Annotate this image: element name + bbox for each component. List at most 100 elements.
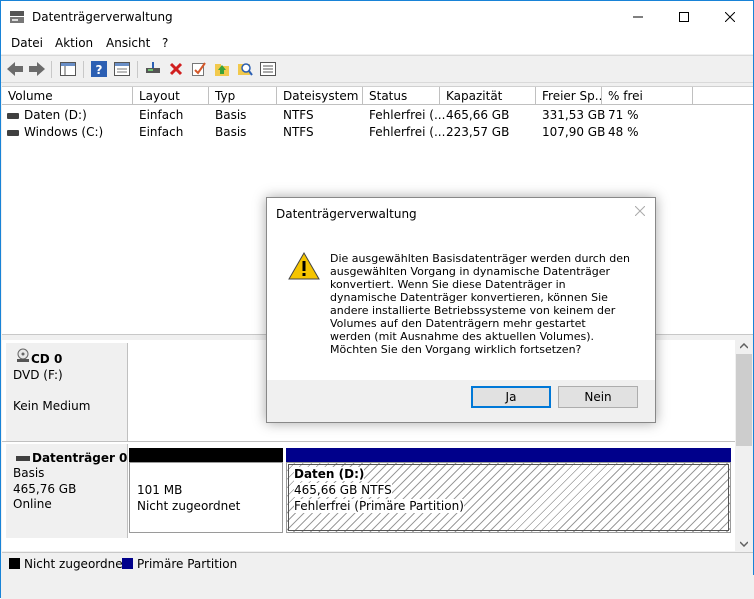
- disk-name: Datenträger 0: [32, 451, 128, 465]
- column-volume[interactable]: Volume: [2, 87, 133, 105]
- legend-swatch-primary: [122, 558, 133, 569]
- cell-typ: Basis: [215, 125, 247, 139]
- toolbar: ?: [1, 55, 753, 83]
- disk-media-status: Kein Medium: [13, 399, 91, 413]
- cell-fs: NTFS: [283, 125, 314, 139]
- cell-layout: Einfach: [139, 125, 184, 139]
- minimize-button[interactable]: [615, 1, 661, 33]
- toolbar-separator: [51, 61, 52, 78]
- column-filler: [693, 87, 753, 105]
- cell-status: Fehlerfrei (...: [369, 125, 446, 139]
- delete-x-icon: [169, 62, 183, 76]
- disk-name: CD 0: [31, 352, 63, 366]
- help-button[interactable]: ?: [90, 60, 108, 78]
- drive-icon: [7, 113, 19, 119]
- cell-capacity: 223,57 GB: [446, 125, 510, 139]
- show-hide-console-tree-button[interactable]: [59, 60, 77, 78]
- cell-layout: Einfach: [139, 108, 184, 122]
- column-dateisystem[interactable]: Dateisystem: [277, 87, 363, 105]
- partition-size: 101 MB: [137, 483, 183, 497]
- hard-disk-icon: [16, 456, 30, 461]
- dialog-close-icon[interactable]: [635, 206, 645, 216]
- forward-button[interactable]: [28, 60, 46, 78]
- dialog-message: Die ausgewählten Basisdatenträger werden…: [330, 252, 631, 356]
- unallocated-partition[interactable]: 101 MB Nicht zugeordnet: [129, 462, 283, 533]
- column-typ[interactable]: Typ: [209, 87, 277, 105]
- search-button[interactable]: [236, 60, 254, 78]
- checklist-icon: [192, 62, 206, 76]
- cell-volume: Windows (C:): [24, 125, 104, 139]
- cell-free: 331,53 GB: [542, 108, 606, 122]
- cell-typ: Basis: [215, 108, 247, 122]
- legend-swatch-unallocated: [9, 558, 20, 569]
- toolbar-separator: [137, 61, 138, 78]
- list-view-icon: [260, 62, 276, 76]
- cell-free: 107,90 GB: [542, 125, 606, 139]
- menu-ansicht[interactable]: Ansicht: [106, 36, 150, 50]
- dialog-title: Datenträgerverwaltung: [276, 207, 417, 221]
- close-button[interactable]: [707, 1, 753, 33]
- help-icon: ?: [91, 61, 107, 77]
- cd-drive-icon: [17, 348, 29, 362]
- check-button[interactable]: [190, 60, 208, 78]
- disk-state: Online: [13, 497, 52, 511]
- close-icon: [725, 12, 735, 22]
- console-tree-icon: [60, 62, 76, 76]
- menu-datei[interactable]: Datei: [11, 36, 43, 50]
- primary-partition-d[interactable]: Daten (D:) 465,66 GB NTFS Fehlerfrei (Pr…: [286, 462, 731, 533]
- connect-disk-button[interactable]: [144, 60, 162, 78]
- partition-label: Nicht zugeordnet: [137, 499, 241, 513]
- menu-help[interactable]: ?: [162, 36, 168, 50]
- disk-management-app-icon: [10, 11, 24, 23]
- menu-aktion[interactable]: Aktion: [55, 36, 93, 50]
- maximize-button[interactable]: [661, 1, 707, 33]
- menu-bar: Datei Aktion Ansicht ?: [1, 33, 753, 54]
- confirm-dialog: Datenträgerverwaltung Die ausgewählten B…: [266, 197, 656, 423]
- arrow-right-icon: [29, 62, 45, 76]
- disk-connect-icon: [146, 62, 160, 73]
- status-bar: [1, 575, 754, 599]
- column-prozent-frei[interactable]: % frei: [602, 87, 693, 105]
- primary-partition-bar: [286, 448, 731, 462]
- cell-fs: NTFS: [283, 108, 314, 122]
- disk-size: 465,76 GB: [13, 482, 77, 496]
- back-button[interactable]: [6, 60, 24, 78]
- legend-primary: Primäre Partition: [137, 557, 238, 571]
- scrollbar-thumb[interactable]: [736, 354, 752, 446]
- legend-unallocated: Nicht zugeordnet: [24, 557, 128, 571]
- scroll-down-icon[interactable]: [740, 541, 748, 547]
- column-layout[interactable]: Layout: [133, 87, 209, 105]
- list-view-button[interactable]: [259, 60, 277, 78]
- unallocated-bar: [129, 448, 283, 462]
- folder-up-icon: [215, 64, 229, 76]
- partition-size: 465,66 GB NTFS: [294, 483, 392, 497]
- column-kapazitaet[interactable]: Kapazität: [440, 87, 536, 105]
- cell-pct: 71 %: [608, 108, 639, 122]
- partition-name: Daten (D:): [294, 467, 365, 481]
- properties-view-button[interactable]: [113, 60, 131, 78]
- drive-icon: [7, 130, 19, 136]
- maximize-icon: [679, 12, 689, 22]
- warning-icon: [288, 252, 320, 280]
- partition-status: Fehlerfrei (Primäre Partition): [294, 499, 464, 513]
- cell-capacity: 465,66 GB: [446, 108, 510, 122]
- delete-button[interactable]: [167, 60, 185, 78]
- scroll-up-icon[interactable]: [740, 343, 748, 349]
- disk-pane-scrollbar[interactable]: [735, 340, 753, 551]
- column-freier-speicher[interactable]: Freier Sp...: [536, 87, 602, 105]
- up-folder-button[interactable]: [213, 60, 231, 78]
- cell-pct: 48 %: [608, 125, 639, 139]
- yes-button[interactable]: Ja: [471, 386, 551, 408]
- disk-drive-letter: DVD (F:): [13, 368, 63, 382]
- cell-volume: Daten (D:): [24, 108, 87, 122]
- window-title: Datenträgerverwaltung: [32, 10, 173, 24]
- legend-bar: Nicht zugeordnet Primäre Partition: [2, 552, 753, 575]
- no-button[interactable]: Nein: [558, 386, 638, 408]
- disk-info-disk0[interactable]: Datenträger 0 Basis 465,76 GB Online: [6, 444, 128, 538]
- column-status[interactable]: Status: [363, 87, 440, 105]
- toolbar-separator: [83, 61, 84, 78]
- row-divider: [2, 441, 735, 442]
- view-panel-icon: [114, 62, 130, 76]
- main-window: Datenträgerverwaltung Datei Aktion Ansic…: [0, 0, 754, 599]
- disk-info-cd0[interactable]: CD 0 DVD (F:) Kein Medium: [6, 343, 128, 441]
